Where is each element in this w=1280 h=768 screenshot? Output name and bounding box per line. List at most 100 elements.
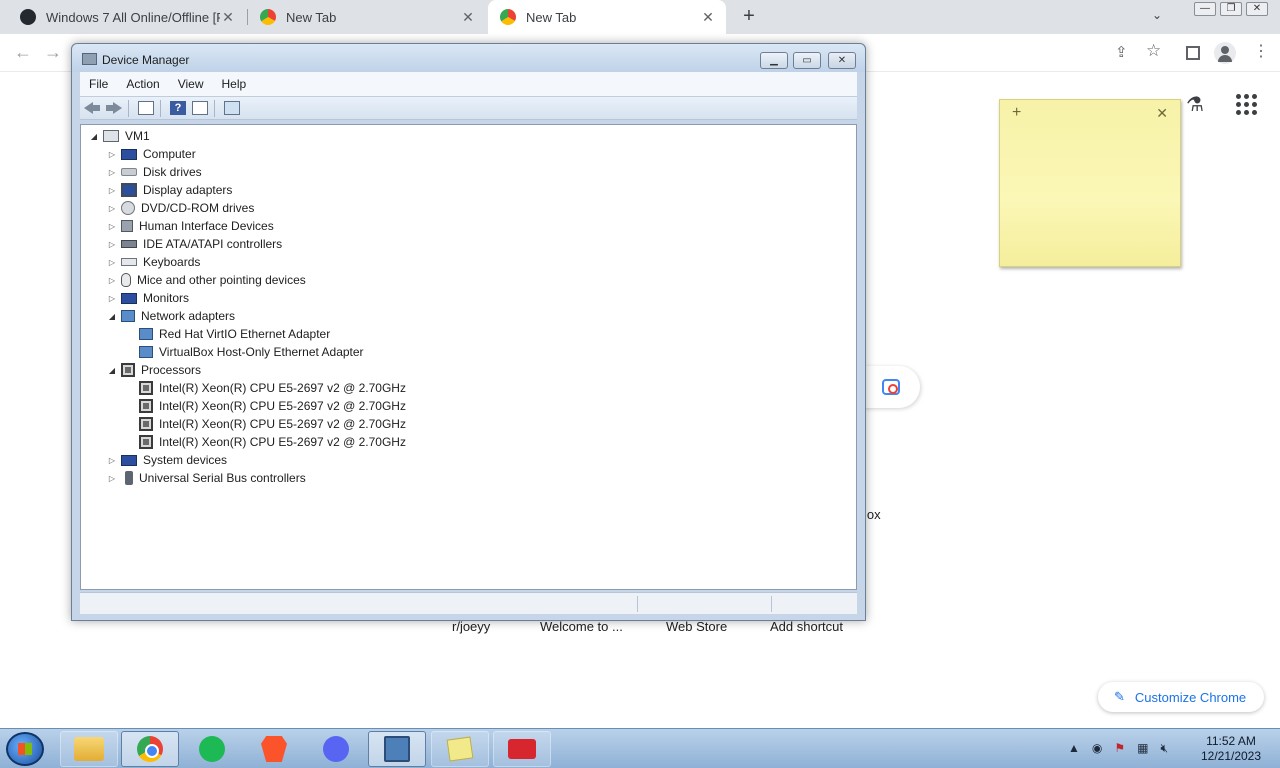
taskbar-sticky-notes[interactable]: [431, 731, 489, 767]
tree-item-display-adapters[interactable]: ▷ Display adapters: [107, 181, 232, 199]
add-note-icon[interactable]: +: [1012, 104, 1021, 122]
collapse-icon[interactable]: ◢: [89, 132, 99, 141]
tab-search-icon[interactable]: ⌄: [1152, 8, 1162, 22]
github-icon: [20, 9, 36, 25]
taskbar-toolbox[interactable]: [493, 731, 551, 767]
taskbar-file-explorer[interactable]: [60, 731, 118, 767]
tree-item-processors[interactable]: ◢ Processors: [107, 361, 201, 379]
tab-close-icon[interactable]: ✕: [460, 9, 476, 26]
taskbar-device-manager[interactable]: [368, 731, 426, 767]
properties-icon[interactable]: [192, 101, 208, 115]
collapse-icon[interactable]: ◢: [107, 312, 117, 321]
discord-tray-icon[interactable]: ◉: [1092, 741, 1102, 756]
forward-icon[interactable]: [106, 101, 122, 115]
tab-close-icon[interactable]: ✕: [220, 9, 236, 26]
tab-new-tab-1[interactable]: New Tab ✕: [248, 0, 486, 34]
browser-tab-strip: Windows 7 All Online/Offline [Re ✕ New T…: [0, 0, 1280, 34]
shortcut-label[interactable]: lox: [864, 507, 881, 522]
restore-button[interactable]: ❐: [1220, 2, 1242, 16]
tab-new-tab-2[interactable]: New Tab ✕: [488, 0, 726, 34]
tree-item-monitors[interactable]: ▷ Monitors: [107, 289, 189, 307]
expand-icon[interactable]: ▷: [107, 474, 117, 483]
shortcut-add[interactable]: Add shortcut: [770, 619, 843, 634]
clock[interactable]: 11:52 AM 12/21/2023: [1196, 734, 1266, 764]
apps-grid-icon[interactable]: [1236, 94, 1257, 115]
expand-icon[interactable]: ▷: [107, 240, 117, 249]
tree-item-computer[interactable]: ▷ Computer: [107, 145, 196, 163]
menu-help[interactable]: Help: [213, 77, 256, 91]
shortcut-web-store[interactable]: Web Store: [666, 619, 727, 634]
collapse-icon[interactable]: ◢: [107, 366, 117, 375]
taskbar-chrome[interactable]: [121, 731, 179, 767]
star-icon[interactable]: ☆: [1146, 41, 1161, 61]
forward-arrow-icon[interactable]: →: [44, 42, 62, 63]
tree-child-processor[interactable]: Intel(R) Xeon(R) CPU E5-2697 v2 @ 2.70GH…: [139, 397, 406, 415]
flask-icon[interactable]: ⚗: [1186, 92, 1204, 117]
customize-chrome-button[interactable]: ✎ Customize Chrome: [1098, 682, 1264, 712]
minimize-button[interactable]: —: [1194, 2, 1216, 16]
properties-grid-icon[interactable]: [138, 101, 154, 115]
taskbar-discord[interactable]: [307, 731, 365, 767]
menu-view[interactable]: View: [169, 77, 213, 91]
window-titlebar[interactable]: Device Manager ▁ ▭ ✕: [72, 44, 865, 72]
minimize-button[interactable]: ▁: [760, 52, 788, 69]
expand-icon[interactable]: ▷: [107, 150, 117, 159]
tree-child-processor[interactable]: Intel(R) Xeon(R) CPU E5-2697 v2 @ 2.70GH…: [139, 433, 406, 451]
start-button[interactable]: [6, 732, 44, 766]
expand-icon[interactable]: ▷: [107, 258, 117, 267]
taskbar-spotify[interactable]: [183, 731, 241, 767]
new-tab-button[interactable]: +: [738, 5, 760, 27]
volume-muted-icon[interactable]: 🔇︎: [1160, 741, 1168, 756]
expand-icon[interactable]: ▷: [107, 168, 117, 177]
tree-item-keyboards[interactable]: ▷ Keyboards: [107, 253, 200, 271]
action-center-icon[interactable]: ⚑: [1114, 741, 1125, 756]
expand-icon[interactable]: ▷: [107, 186, 117, 195]
taskbar-brave[interactable]: [245, 731, 303, 767]
close-button[interactable]: ✕: [828, 52, 856, 69]
expand-icon[interactable]: ▷: [107, 456, 117, 465]
tree-item-mice[interactable]: ▷ Mice and other pointing devices: [107, 271, 306, 289]
profile-icon[interactable]: [1214, 42, 1236, 64]
scan-hardware-icon[interactable]: [224, 101, 240, 115]
network-icon[interactable]: ▦: [1137, 741, 1148, 756]
tab-close-icon[interactable]: ✕: [700, 9, 716, 26]
tree-child-processor[interactable]: Intel(R) Xeon(R) CPU E5-2697 v2 @ 2.70GH…: [139, 415, 406, 433]
shortcut-welcome[interactable]: Welcome to ...: [540, 619, 623, 634]
menu-action[interactable]: Action: [117, 77, 168, 91]
expand-icon[interactable]: ▷: [107, 204, 117, 213]
tree-item-usb-controllers[interactable]: ▷ Universal Serial Bus controllers: [107, 469, 306, 487]
tree-item-network-adapters[interactable]: ◢ Network adapters: [107, 307, 235, 325]
back-arrow-icon[interactable]: ←: [14, 42, 32, 63]
expand-icon[interactable]: ▷: [107, 276, 117, 285]
expand-icon[interactable]: ▷: [107, 294, 117, 303]
shortcut-rjoeyy[interactable]: r/joeyy: [452, 619, 490, 634]
device-tree[interactable]: ◢ VM1 ▷ Computer ▷ Disk drives ▷ Display…: [80, 124, 857, 590]
processor-icon: [139, 435, 153, 449]
help-icon[interactable]: ?: [170, 101, 186, 115]
sticky-note[interactable]: + ✕: [999, 99, 1181, 267]
tree-root[interactable]: ◢ VM1: [89, 127, 150, 145]
side-panel-icon[interactable]: [1186, 46, 1200, 60]
close-note-icon[interactable]: ✕: [1156, 105, 1168, 122]
share-icon[interactable]: ⇪: [1115, 43, 1128, 61]
menu-file[interactable]: File: [80, 77, 117, 91]
tree-item-ide-controllers[interactable]: ▷ IDE ATA/ATAPI controllers: [107, 235, 282, 253]
tree-item-label: DVD/CD-ROM drives: [141, 201, 255, 215]
tree-child-processor[interactable]: Intel(R) Xeon(R) CPU E5-2697 v2 @ 2.70GH…: [139, 379, 406, 397]
tree-item-system-devices[interactable]: ▷ System devices: [107, 451, 227, 469]
expand-icon[interactable]: ▷: [107, 222, 117, 231]
tab-windows7[interactable]: Windows 7 All Online/Offline [Re ✕: [8, 0, 246, 34]
back-icon[interactable]: [84, 101, 100, 115]
kebab-menu-icon[interactable]: ⋮: [1253, 41, 1269, 61]
tree-item-label: System devices: [143, 453, 228, 467]
tree-item-disk-drives[interactable]: ▷ Disk drives: [107, 163, 202, 181]
close-window-button[interactable]: ✕: [1246, 2, 1268, 16]
tray-expand-icon[interactable]: ▲: [1068, 741, 1080, 756]
camera-search-icon[interactable]: [882, 379, 900, 395]
tree-item-hid[interactable]: ▷ Human Interface Devices: [107, 217, 274, 235]
tree-item-dvd-drives[interactable]: ▷ DVD/CD-ROM drives: [107, 199, 254, 217]
maximize-button[interactable]: ▭: [793, 52, 821, 69]
clock-date: 12/21/2023: [1200, 749, 1262, 763]
tree-child-network-adapter[interactable]: Red Hat VirtIO Ethernet Adapter: [139, 325, 330, 343]
tree-child-network-adapter[interactable]: VirtualBox Host-Only Ethernet Adapter: [139, 343, 364, 361]
